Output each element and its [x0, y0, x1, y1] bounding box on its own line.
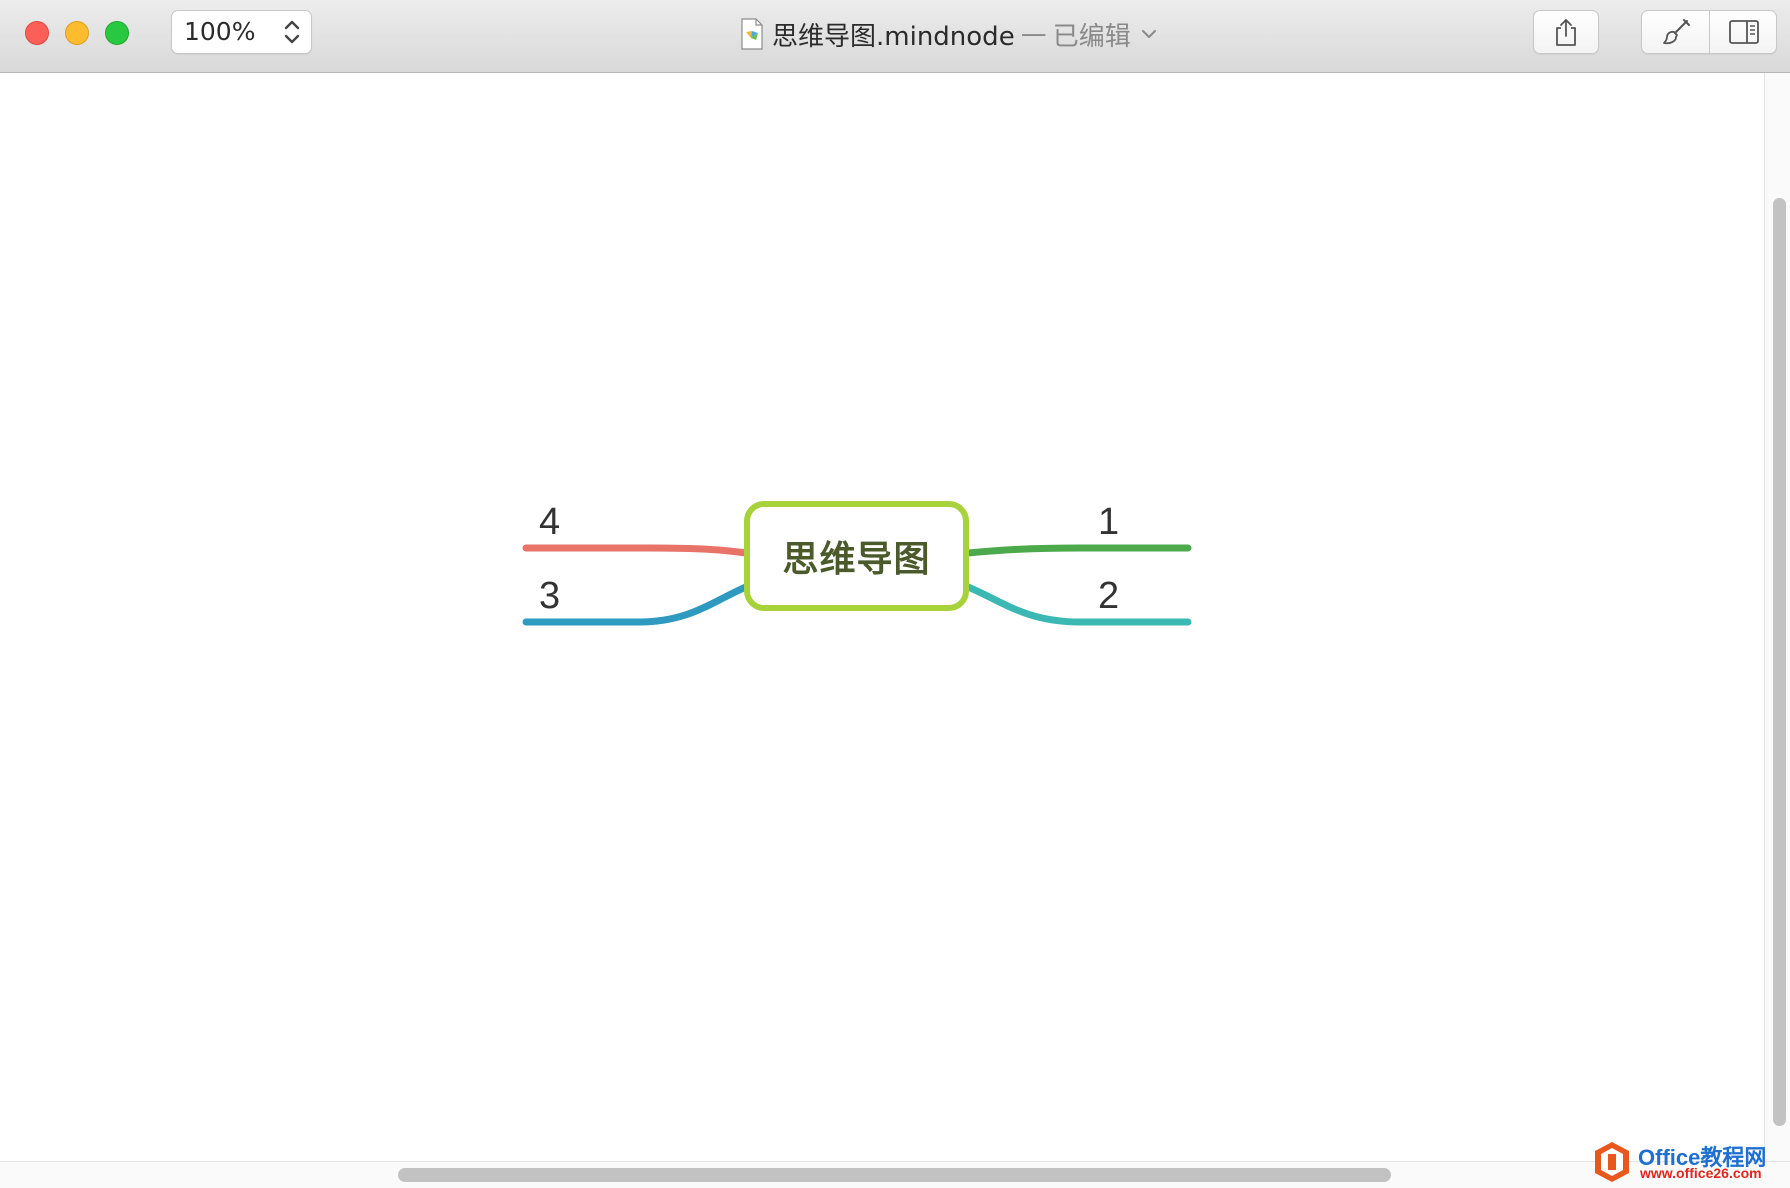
branch-line-1[interactable]: [964, 544, 1192, 557]
mindnode-window: 100% 思维导图.mindnode — 已编辑 思维导图 1 2 3 4 Of…: [0, 0, 1790, 1188]
document-title: 思维导图.mindnode: [772, 21, 1015, 52]
up-down-chevron-icon[interactable]: [282, 17, 302, 47]
branch-line-2[interactable]: [964, 583, 1192, 626]
mindnode-document-icon: [741, 18, 763, 50]
mindmap-branches: [522, 544, 1192, 626]
branch-label-2[interactable]: 2: [1098, 577, 1119, 615]
vertical-scroll-thumb[interactable]: [1773, 198, 1786, 1126]
chevron-down-icon[interactable]: [1141, 28, 1157, 40]
central-topic-node[interactable]: 思维导图: [744, 501, 969, 611]
window-title[interactable]: 思维导图.mindnode — 已编辑: [740, 12, 1157, 56]
mindmap-canvas[interactable]: 思维导图 1 2 3 4: [0, 73, 1764, 1161]
branch-label-3[interactable]: 3: [539, 577, 560, 615]
branch-label-1[interactable]: 1: [1098, 503, 1119, 541]
zoom-window-button[interactable]: [105, 21, 129, 45]
title-bar: 100% 思维导图.mindnode — 已编辑: [0, 0, 1790, 73]
sidebar-toggle-button[interactable]: [1710, 11, 1776, 53]
title-separator: —: [1020, 19, 1047, 49]
zoom-level-stepper[interactable]: 100%: [171, 10, 312, 54]
edited-status: 已编辑: [1052, 21, 1131, 52]
style-button[interactable]: [1642, 11, 1710, 53]
inspector-button-group: [1641, 10, 1777, 54]
branch-label-4[interactable]: 4: [539, 503, 560, 541]
zoom-level-value: 100%: [184, 17, 256, 46]
share-button[interactable]: [1533, 10, 1599, 54]
horizontal-scroll-thumb[interactable]: [398, 1168, 1391, 1182]
share-icon: [1556, 19, 1576, 46]
watermark: Office教程网 www.office26.com: [1592, 1138, 1788, 1186]
office-logo-icon: [1595, 1142, 1629, 1182]
minimize-window-button[interactable]: [65, 21, 89, 45]
central-topic-label: 思维导图: [782, 539, 931, 580]
watermark-url: www.office26.com: [1640, 1165, 1762, 1181]
sidebar-toggle-icon: [1728, 20, 1759, 44]
close-window-button[interactable]: [25, 21, 49, 45]
brush-icon: [1662, 19, 1690, 45]
branch-line-4[interactable]: [522, 544, 750, 557]
